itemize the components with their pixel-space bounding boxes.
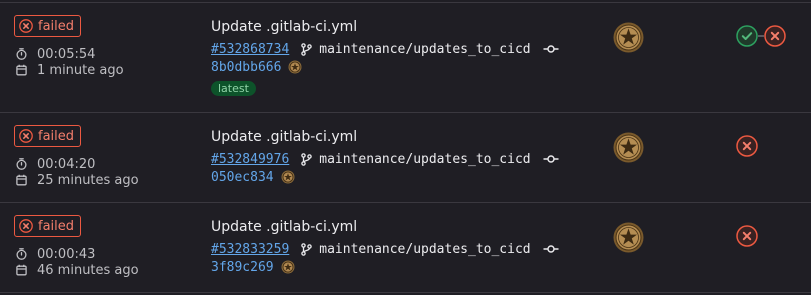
calendar-icon — [16, 64, 27, 76]
latest-badge: latest — [211, 81, 256, 96]
commit-title[interactable]: Update .gitlab-ci.yml — [211, 219, 357, 235]
commit-info: 3f89c269 — [211, 258, 295, 276]
clock-icon — [16, 48, 27, 60]
commit-author-avatar[interactable] — [288, 60, 302, 74]
pipeline-stages — [736, 225, 758, 247]
commit-sha-link[interactable]: 8b0dbb666 — [211, 60, 281, 75]
user-avatar[interactable] — [613, 22, 644, 53]
status-badge[interactable]: failed — [14, 125, 82, 147]
branch-name[interactable]: maintenance/updates_to_cicd — [319, 242, 530, 257]
divider — [0, 292, 811, 293]
status-failed-icon — [19, 19, 33, 33]
branch-name[interactable]: maintenance/updates_to_cicd — [319, 42, 530, 57]
pipeline-info: #532833259 maintenance/updates_to_cicd — [211, 240, 559, 258]
stage-success-icon[interactable] — [736, 25, 758, 47]
duration-value: 00:00:43 — [37, 246, 96, 262]
commit-title[interactable]: Update .gitlab-ci.yml — [211, 129, 357, 145]
status-failed-icon — [19, 219, 33, 233]
status-label: failed — [38, 128, 75, 144]
pipeline-row: failed 00:05:54 1 minute ago Update .git… — [0, 3, 811, 96]
pipeline-row: failed 00:04:20 25 minutes ago Update .g… — [0, 113, 811, 202]
duration-value: 00:04:20 — [37, 156, 96, 172]
pipeline-list: failed 00:05:54 1 minute ago Update .git… — [0, 0, 811, 295]
duration: 00:04:20 — [16, 156, 95, 172]
finished-time: 25 minutes ago — [16, 172, 139, 188]
finished-time: 1 minute ago — [16, 62, 124, 78]
commit-info: 050ec834 — [211, 168, 295, 186]
pipeline-id-link[interactable]: #532833259 — [211, 242, 289, 257]
user-avatar[interactable] — [613, 222, 644, 253]
calendar-icon — [16, 174, 27, 186]
branch-icon — [301, 242, 313, 256]
commit-author-avatar[interactable] — [281, 260, 295, 274]
pipeline-stages — [736, 25, 786, 47]
status-label: failed — [38, 18, 75, 34]
status-label: failed — [38, 218, 75, 234]
branch-icon — [301, 152, 313, 166]
clock-icon — [16, 158, 27, 170]
commit-title[interactable]: Update .gitlab-ci.yml — [211, 19, 357, 35]
calendar-icon — [16, 264, 27, 276]
status-badge[interactable]: failed — [14, 215, 82, 237]
pipeline-info: #532868734 maintenance/updates_to_cicd — [211, 40, 559, 58]
user-avatar[interactable] — [613, 132, 644, 163]
commit-icon — [543, 45, 559, 53]
status-failed-icon — [19, 129, 33, 143]
branch-name[interactable]: maintenance/updates_to_cicd — [319, 152, 530, 167]
commit-sha-link[interactable]: 050ec834 — [211, 170, 274, 185]
stage-failed-icon[interactable] — [736, 135, 758, 157]
pipeline-stages — [736, 135, 758, 157]
commit-author-avatar[interactable] — [281, 170, 295, 184]
clock-icon — [16, 248, 27, 260]
pipeline-id-link[interactable]: #532849976 — [211, 152, 289, 167]
duration: 00:05:54 — [16, 46, 95, 62]
stage-failed-icon[interactable] — [736, 225, 758, 247]
commit-sha-link[interactable]: 3f89c269 — [211, 260, 274, 275]
pipeline-row: failed 00:00:43 46 minutes ago Update .g… — [0, 203, 811, 292]
commit-icon — [543, 245, 559, 253]
finished-value: 1 minute ago — [37, 62, 124, 78]
branch-icon — [301, 42, 313, 56]
commit-icon — [543, 155, 559, 163]
status-badge[interactable]: failed — [14, 15, 82, 37]
finished-value: 46 minutes ago — [37, 262, 139, 278]
duration-value: 00:05:54 — [37, 46, 96, 62]
pipeline-id-link[interactable]: #532868734 — [211, 42, 289, 57]
stage-failed-icon[interactable] — [764, 25, 786, 47]
finished-time: 46 minutes ago — [16, 262, 139, 278]
duration: 00:00:43 — [16, 246, 95, 262]
finished-value: 25 minutes ago — [37, 172, 139, 188]
commit-info: 8b0dbb666 — [211, 58, 302, 76]
pipeline-info: #532849976 maintenance/updates_to_cicd — [211, 150, 559, 168]
